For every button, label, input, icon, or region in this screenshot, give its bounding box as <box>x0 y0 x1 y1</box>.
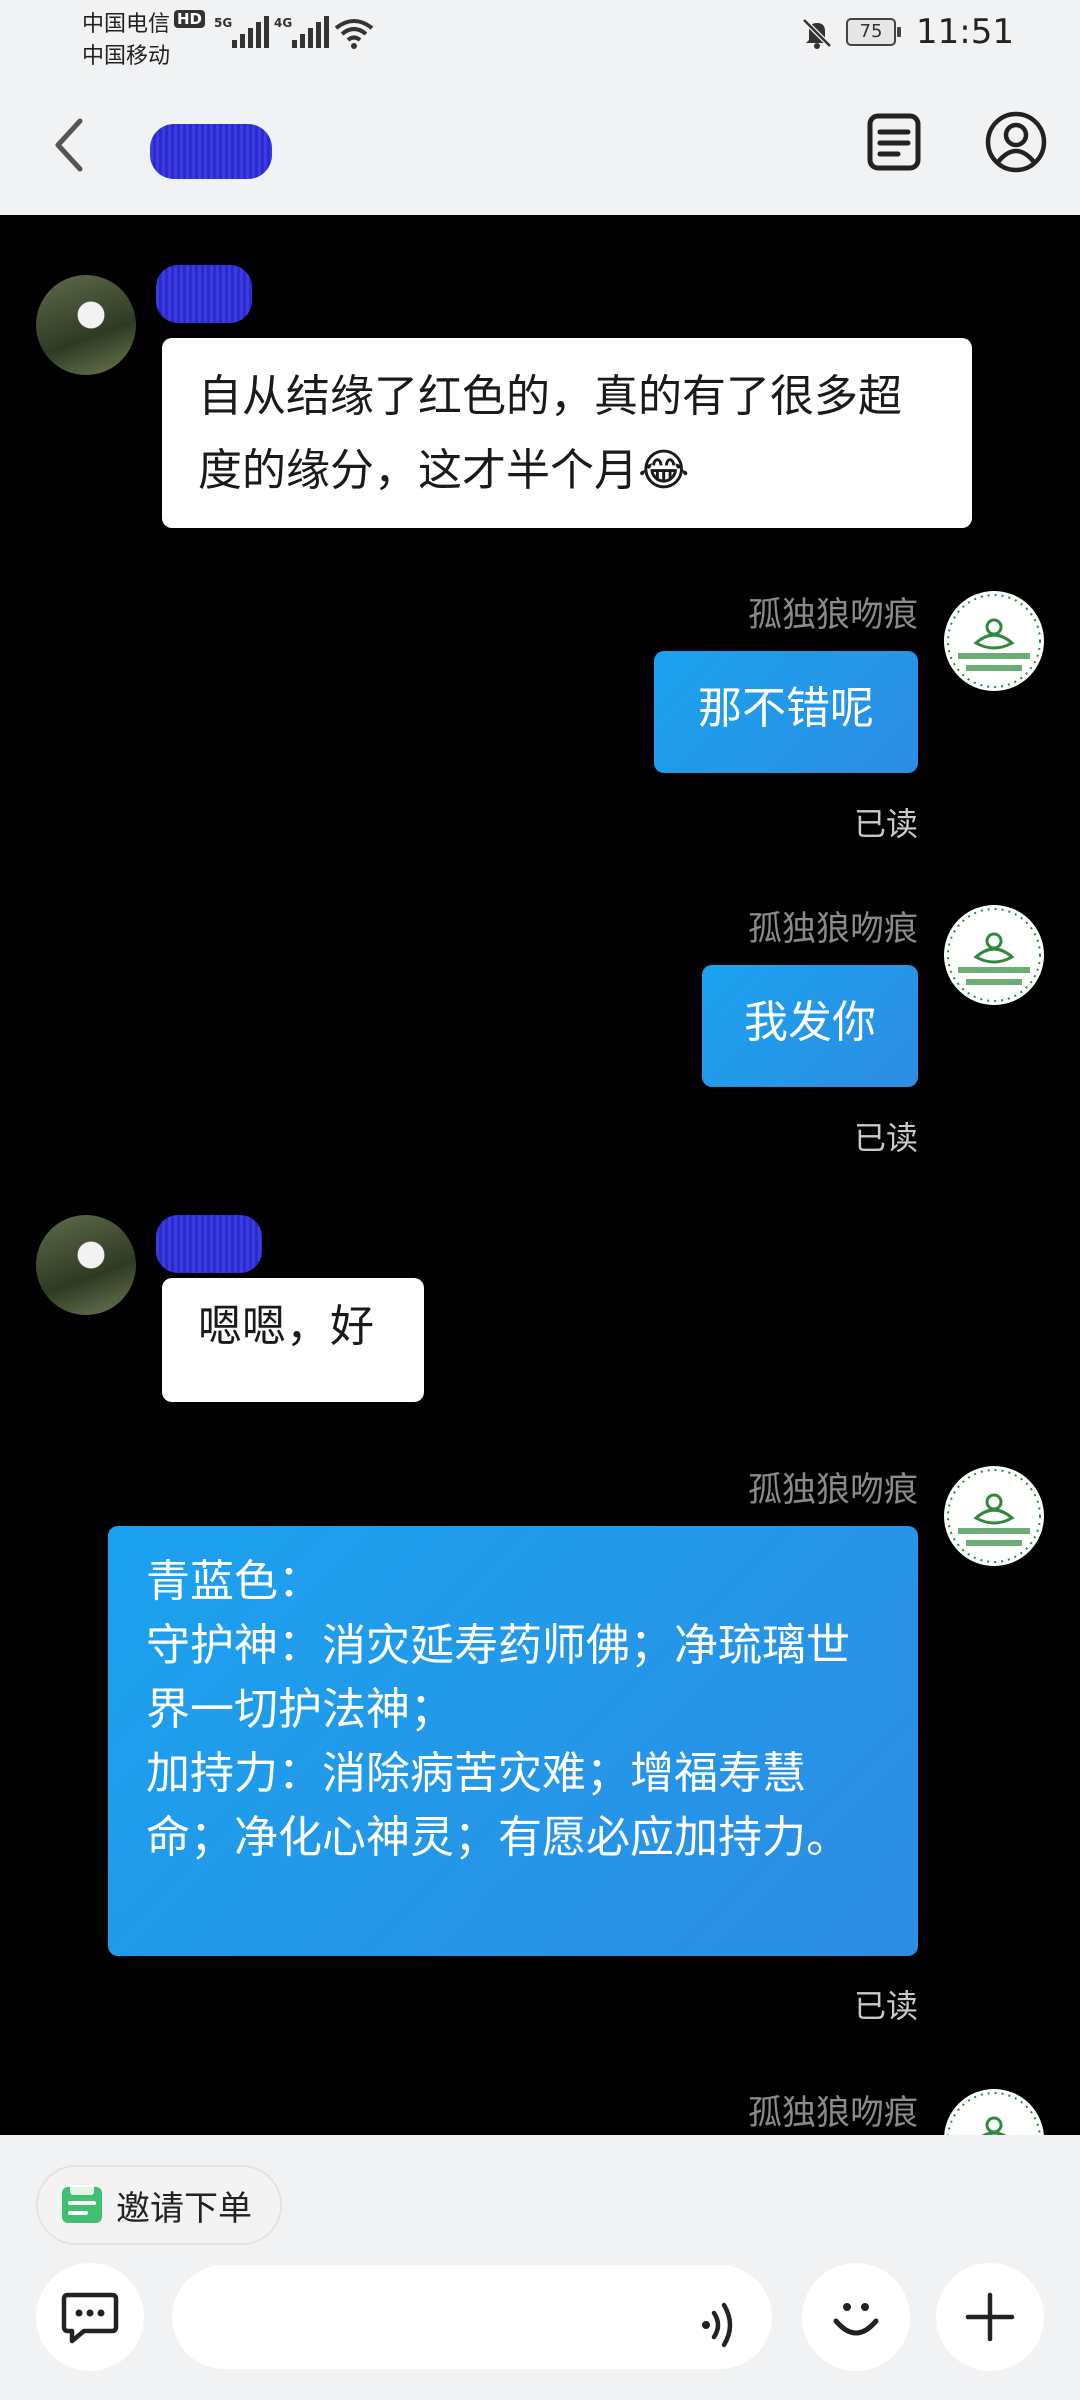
message-bubble-outgoing[interactable]: 我发你 <box>702 965 918 1087</box>
top-bar: 中国电信 中国移动 HD 5G 4G 75 11:51 <box>0 0 1080 215</box>
sender-name: 孤独狼吻痕 <box>748 2093 918 2133</box>
contact-avatar[interactable] <box>36 1215 136 1315</box>
chevron-left-icon[interactable] <box>50 115 90 175</box>
status-bar: 中国电信 中国移动 HD 5G 4G 75 11:51 <box>0 0 1080 80</box>
my-avatar[interactable] <box>944 1466 1044 1566</box>
message-text: 嗯嗯，好 <box>198 1301 374 1352</box>
mute-bell-icon <box>802 18 832 49</box>
my-avatar[interactable] <box>944 905 1044 1005</box>
bottom-input-bar: 邀请下单 <box>0 2135 1080 2400</box>
message-bubble-outgoing[interactable]: 青蓝色： 守护神：消灾延寿药师佛；净琉璃世界一切护法神； 加持力：消除病苦灾难；… <box>108 1526 918 1956</box>
message-text: 那不错呢 <box>698 683 874 734</box>
user-profile-icon[interactable] <box>984 110 1048 174</box>
message-bubble-outgoing[interactable]: 那不错呢 <box>654 651 918 773</box>
order-icon <box>62 2185 102 2223</box>
battery-indicator: 75 <box>846 18 901 46</box>
contact-name-redacted <box>156 1215 262 1273</box>
logo-seal-icon <box>947 594 1041 688</box>
sender-name: 孤独狼吻痕 <box>748 1470 918 1510</box>
chat-message-list[interactable]: 自从结缘了红色的，真的有了很多超度的缘分，这才半个月😂 孤独狼吻痕 那不错呢 已… <box>0 215 1080 2135</box>
read-status: 已读 <box>853 1119 918 1157</box>
battery-level: 75 <box>859 21 883 42</box>
smiley-icon <box>833 2303 879 2336</box>
signal-icon-1 <box>232 14 269 48</box>
message-bubble-incoming[interactable]: 自从结缘了红色的，真的有了很多超度的缘分，这才半个月😂 <box>162 338 972 528</box>
carrier-name-2: 中国移动 <box>82 44 171 69</box>
chat-bubble-icon <box>61 2292 119 2344</box>
more-options-button[interactable] <box>936 2263 1044 2371</box>
carrier-name-1: 中国电信 <box>82 12 171 37</box>
chat-title-redacted <box>150 124 272 179</box>
message-text: 我发你 <box>744 997 876 1048</box>
plus-icon <box>965 2292 1015 2342</box>
my-avatar[interactable] <box>944 591 1044 691</box>
clock: 11:51 <box>916 12 1014 52</box>
message-text: 青蓝色： 守护神：消灾延寿药师佛；净琉璃世界一切护法神； 加持力：消除病苦灾难；… <box>146 1556 850 1863</box>
read-status: 已读 <box>853 805 918 843</box>
logo-seal-icon <box>947 2092 1041 2135</box>
contact-name-redacted <box>156 265 252 323</box>
signal-icon-2 <box>292 14 329 48</box>
message-text: 自从结缘了红色的，真的有了很多超度的缘分，这才半个月😂 <box>198 371 902 496</box>
message-bubble-incoming[interactable]: 嗯嗯，好 <box>162 1278 424 1402</box>
logo-seal-icon <box>947 1469 1041 1563</box>
my-avatar[interactable] <box>944 2089 1044 2135</box>
network-type-2: 4G <box>274 16 293 30</box>
sender-name: 孤独狼吻痕 <box>748 595 918 635</box>
invite-order-label: 邀请下单 <box>116 2188 252 2229</box>
network-type-1: 5G <box>214 16 233 30</box>
read-status: 已读 <box>853 1987 918 2025</box>
sender-name: 孤独狼吻痕 <box>748 909 918 949</box>
message-input[interactable] <box>172 2265 772 2369</box>
wifi-icon <box>334 19 374 49</box>
hd-badge: HD <box>174 10 206 28</box>
chat-mode-button[interactable] <box>36 2263 144 2371</box>
logo-seal-icon <box>947 908 1041 1002</box>
document-list-icon[interactable] <box>866 112 922 172</box>
invite-order-button[interactable]: 邀请下单 <box>36 2165 282 2245</box>
voice-wave-icon[interactable] <box>700 2297 744 2353</box>
emoji-button[interactable] <box>802 2263 910 2371</box>
contact-avatar[interactable] <box>36 275 136 375</box>
